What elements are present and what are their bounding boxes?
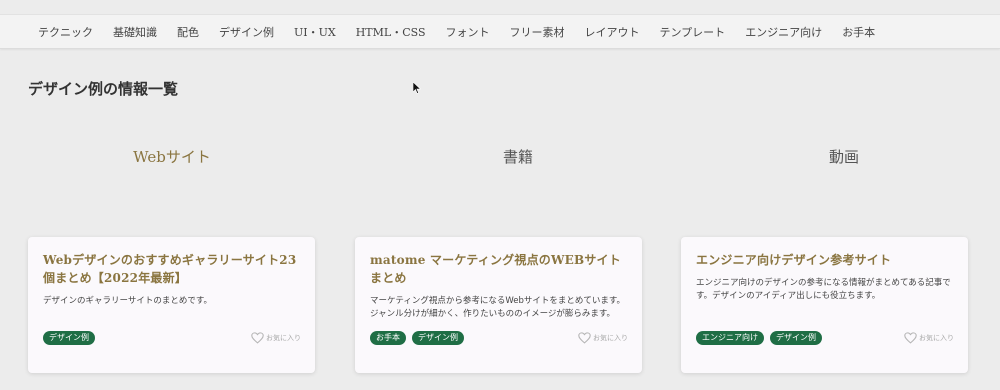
page-title: デザイン例の情報一覧 [28, 80, 179, 98]
favorite-button[interactable]: お気に入り [904, 332, 954, 344]
favorite-button[interactable]: お気に入り [578, 332, 628, 344]
card-title[interactable]: エンジニア向けデザイン参考サイト [696, 251, 954, 269]
tab-website[interactable]: Webサイト [92, 146, 252, 167]
mouse-cursor-icon [413, 82, 421, 94]
tag-badge[interactable]: デザイン例 [43, 331, 95, 345]
favorite-label: お気に入り [919, 334, 954, 342]
nav-item-for-engineers[interactable]: エンジニア向け [745, 24, 822, 40]
tab-books[interactable]: 書籍 [438, 146, 598, 167]
nav-item-color[interactable]: 配色 [177, 24, 199, 40]
article-card[interactable]: Webデザインのおすすめギャラリーサイト23個まとめ【2022年最新】 デザイン… [28, 237, 315, 373]
nav-item-design-examples[interactable]: デザイン例 [219, 24, 274, 40]
card-title[interactable]: Webデザインのおすすめギャラリーサイト23個まとめ【2022年最新】 [43, 251, 301, 287]
article-card[interactable]: matome マーケティング視点のWEBサイトまとめ マーケティング視点から参考… [355, 237, 642, 373]
nav-item-technique[interactable]: テクニック [38, 24, 93, 40]
tag-badge[interactable]: お手本 [370, 331, 406, 345]
favorite-label: お気に入り [266, 334, 301, 342]
card-footer: エンジニア向け デザイン例 お気に入り [696, 331, 954, 345]
nav-item-fonts[interactable]: フォント [446, 24, 490, 40]
nav-item-html-css[interactable]: HTML・CSS [356, 24, 426, 40]
media-type-tabs: Webサイト 書籍 動画 [0, 146, 1000, 168]
card-description: エンジニア向けのデザインの参考になる情報がまとめてある記事です。デザインのアイデ… [696, 278, 951, 301]
tag-list: お手本 デザイン例 [370, 331, 464, 345]
nav-item-examples[interactable]: お手本 [842, 24, 875, 40]
card-description: デザインのギャラリーサイトのまとめです。 [43, 296, 212, 306]
heart-icon [904, 332, 917, 344]
heart-icon [578, 332, 591, 344]
top-navigation: テクニック 基礎知識 配色 デザイン例 UI・UX HTML・CSS フォント … [0, 14, 1000, 49]
heart-icon [251, 332, 264, 344]
card-description: マーケティング視点から参考になるWebサイトをまとめています。ジャンル分けが細か… [370, 296, 626, 319]
nav-item-ui-ux[interactable]: UI・UX [294, 24, 336, 40]
tag-list: エンジニア向け デザイン例 [696, 331, 822, 345]
nav-item-templates[interactable]: テンプレート [660, 24, 726, 40]
favorite-button[interactable]: お気に入り [251, 332, 301, 344]
tag-badge[interactable]: デザイン例 [770, 331, 822, 345]
card-footer: お手本 デザイン例 お気に入り [370, 331, 628, 345]
tag-badge[interactable]: デザイン例 [412, 331, 464, 345]
card-footer: デザイン例 お気に入り [43, 331, 301, 345]
favorite-label: お気に入り [593, 334, 628, 342]
nav-item-basics[interactable]: 基礎知識 [113, 24, 157, 40]
nav-item-layout[interactable]: レイアウト [585, 24, 640, 40]
nav-item-free-materials[interactable]: フリー素材 [510, 24, 565, 40]
tag-list: デザイン例 [43, 331, 95, 345]
article-card[interactable]: エンジニア向けデザイン参考サイト エンジニア向けのデザインの参考になる情報がまと… [681, 237, 968, 373]
tag-badge[interactable]: エンジニア向け [696, 331, 764, 345]
tab-videos[interactable]: 動画 [764, 146, 924, 167]
card-title[interactable]: matome マーケティング視点のWEBサイトまとめ [370, 251, 628, 287]
